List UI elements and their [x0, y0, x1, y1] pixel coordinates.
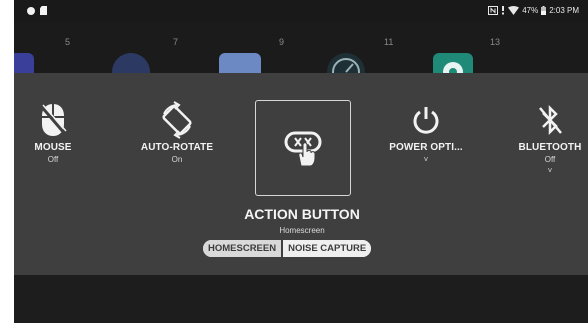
tile-bluetooth[interactable]: BLUETOOTH Off ˅	[510, 98, 588, 175]
nfc-icon	[488, 6, 499, 15]
tile-power-options[interactable]: POWER OPTI... ˅	[380, 98, 472, 164]
home-grid-number: 5	[65, 37, 71, 47]
tile-label: BLUETOOTH	[518, 142, 582, 153]
home-grid-number: 9	[279, 37, 285, 47]
action-button-subtitle: Homescreen	[279, 226, 325, 235]
homescreen-option-button[interactable]: HOMESCREEN	[203, 240, 282, 257]
tile-label: POWER OPTI...	[389, 142, 463, 153]
signal-icon	[502, 6, 505, 15]
action-button-tile[interactable]	[255, 100, 351, 196]
battery-icon	[541, 6, 547, 15]
battery-percent: 47%	[522, 6, 539, 15]
home-screen-background: 5 7 9 11 13	[14, 22, 588, 86]
status-right-icons: 47% 2:03 PM	[488, 6, 579, 15]
action-button-title: ACTION BUTTON	[244, 206, 360, 222]
chevron-down-icon[interactable]: ˅	[380, 155, 472, 164]
home-grid-number: 13	[490, 37, 501, 47]
status-bar: 47% 2:03 PM	[14, 0, 588, 22]
wifi-icon	[508, 6, 520, 15]
tile-label: AUTO-ROTATE	[140, 142, 214, 153]
noise-capture-option-button[interactable]: NOISE CAPTURE	[283, 240, 372, 257]
bottom-background	[14, 275, 588, 323]
chevron-down-icon[interactable]: ˅	[510, 166, 588, 175]
sd-card-icon	[40, 6, 47, 15]
tile-status: On	[171, 155, 183, 164]
action-mode-selector: HOMESCREEN NOISE CAPTURE	[203, 240, 372, 257]
tile-mouse[interactable]: MOUSE Off	[26, 98, 80, 164]
home-grid-number: 11	[384, 37, 394, 47]
clock: 2:03 PM	[549, 6, 579, 15]
quick-settings-panel: MOUSE Off AUTO-ROTATE On POWER OPTI... ˅…	[14, 73, 588, 275]
tile-auto-rotate[interactable]: AUTO-ROTATE On	[132, 98, 222, 164]
tile-status: Off	[544, 155, 556, 164]
gamepad-touch-icon	[284, 131, 322, 167]
device-screen: 47% 2:03 PM 5 7 9 11 13 MOUSE Off AUTO-R…	[14, 0, 588, 323]
power-icon	[380, 98, 472, 142]
home-grid-number: 7	[173, 37, 179, 47]
status-left-icons	[27, 6, 47, 15]
auto-rotate-icon	[132, 98, 222, 142]
notification-dot-icon	[27, 6, 35, 15]
tile-status: Off	[47, 155, 59, 164]
bluetooth-off-icon	[510, 98, 588, 142]
tile-label: MOUSE	[34, 142, 72, 153]
mouse-icon	[26, 98, 80, 142]
